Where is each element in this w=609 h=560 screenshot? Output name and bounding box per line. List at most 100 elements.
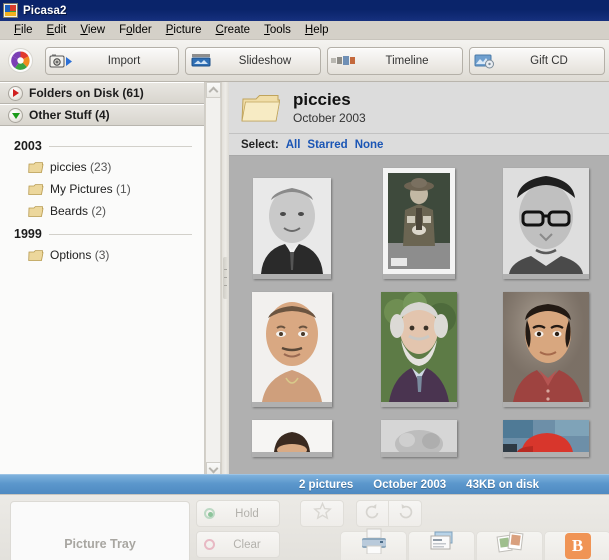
portrait-man-suit-bw[interactable] [253,178,332,279]
select-none-link[interactable]: None [355,139,384,151]
blogthis-button[interactable]: B [544,531,609,560]
list-item[interactable]: Options (3) [14,244,204,266]
rotate-left-button[interactable] [356,500,389,527]
folder-icon [28,205,44,218]
menu-item-tools[interactable]: Tools [257,22,298,38]
clear-button[interactable]: Clear [196,531,280,558]
thumbnail-cell[interactable] [377,168,461,279]
folder-icon [28,183,44,196]
portrait-partial-top[interactable] [252,420,333,457]
thumbnail-cell[interactable] [502,292,589,407]
printer-icon [360,528,388,559]
portrait-man-glasses-bw[interactable] [502,168,589,279]
panel-splitter[interactable] [222,82,229,478]
timeline-icon [328,54,358,68]
thumbnail-cell[interactable] [250,292,334,407]
triangle-right-red-icon[interactable] [8,85,23,101]
thumbnail-cell[interactable] [502,168,589,279]
list-item-label: Options (3) [50,248,110,262]
thumbnail-grid [229,156,609,458]
sidebar-section-other-stuff[interactable]: Other Stuff (4) [0,104,204,126]
portrait-man-red-shirt[interactable] [502,292,589,407]
star-icon [312,501,332,525]
status-picture-count: 2 pictures [298,478,354,491]
folder-list: 2003 piccies (23) My Pictures (1) Beards… [0,126,204,478]
slideshow-icon [186,53,216,69]
menu-item-edit[interactable]: Edit [40,22,74,38]
menu-item-create[interactable]: Create [209,22,258,38]
clear-button-label: Clear [233,538,261,551]
picture-tray[interactable]: Picture Tray [10,501,190,560]
collage-button[interactable] [476,531,543,560]
select-all-link[interactable]: All [286,139,301,151]
circle-outline-red-icon [197,539,221,550]
title-bar: Picasa2 [0,0,609,21]
rotate-right-button[interactable] [389,500,422,527]
status-bar-left-filler [0,474,229,494]
folder-icon [28,249,44,262]
menu-item-view[interactable]: View [73,22,112,38]
select-starred-link[interactable]: Starred [307,139,347,151]
hold-button[interactable]: Hold [196,500,280,527]
portrait-scout-uniform-bw[interactable] [382,168,455,279]
menu-item-file[interactable]: File [7,22,40,38]
select-label: Select: [241,138,279,151]
body-area: Folders on Disk (61) Other Stuff (4) 200… [0,82,609,478]
menu-item-folder[interactable]: Folder [112,22,159,38]
year-group-1999: 1999 [14,227,204,241]
import-button[interactable]: Import [45,46,179,75]
thumbnail-cell[interactable] [377,420,461,458]
portrait-man-goatee-color[interactable] [252,292,333,407]
star-button[interactable] [300,500,344,527]
main-toolbar: Import Slideshow Timeline Gift CD [0,40,609,82]
portrait-partial-red-cap[interactable] [502,420,589,457]
thumbnail-cell[interactable] [250,168,334,279]
thumbnail-cell[interactable] [250,420,334,457]
portrait-partial-bw[interactable] [380,420,457,458]
year-label: 1999 [14,227,42,241]
scroll-up-icon[interactable] [206,82,221,98]
list-item[interactable]: Beards (2) [14,200,204,222]
sidebar-section-folders-on-disk[interactable]: Folders on Disk (61) [0,82,204,104]
folder-header-text: piccies October 2003 [293,90,366,126]
camera-import-icon [46,53,76,69]
menu-bar: File Edit View Folder Picture Create Too… [0,21,609,40]
timeline-button[interactable]: Timeline [327,46,463,75]
triangle-down-green-icon[interactable] [8,107,23,123]
list-item-label: Beards (2) [50,204,107,218]
window-title: Picasa2 [23,4,67,17]
portrait-bearded-elder[interactable] [380,292,457,407]
picture-tray-label: Picture Tray [64,537,136,551]
folder-date: October 2003 [293,110,366,125]
thumbnail-cell[interactable] [377,292,461,407]
gift-cd-icon [470,53,500,69]
hold-button-label: Hold [235,507,259,520]
slideshow-button[interactable]: Slideshow [185,46,321,75]
menu-item-help[interactable]: Help [298,22,336,38]
status-date: October 2003 [373,478,447,491]
thumbnail-row [229,420,609,458]
list-item[interactable]: piccies (23) [14,156,204,178]
thumbnail-row [229,292,609,407]
select-bar: Select: All Starred None [229,134,609,156]
list-item-label: My Pictures (1) [50,182,131,196]
splitter-grip[interactable] [223,257,228,299]
status-bar: 2 pictures October 2003 43KB on disk [229,474,609,494]
menu-item-picture[interactable]: Picture [159,22,209,38]
photo-stack-icon [495,530,525,559]
list-item[interactable]: My Pictures (1) [14,178,204,200]
thumbnail-cell[interactable] [502,420,589,457]
sidebar-scrollbar[interactable] [206,82,221,478]
sidebar-section-folders-on-disk-label: Folders on Disk (61) [29,86,144,100]
picasa-app-icon [3,3,18,18]
rotate-ccw-icon [364,503,381,525]
timeline-button-label: Timeline [385,54,429,67]
bottom-tray: Picture Tray Hold Clear B [0,494,609,560]
list-item-label: piccies (23) [50,160,112,174]
print-button[interactable] [340,528,407,560]
thumbnail-row [229,168,609,279]
circle-filled-green-icon [197,508,221,519]
email-button[interactable] [408,531,475,560]
folder-icon [28,161,44,174]
gift-cd-button[interactable]: Gift CD [469,46,605,75]
